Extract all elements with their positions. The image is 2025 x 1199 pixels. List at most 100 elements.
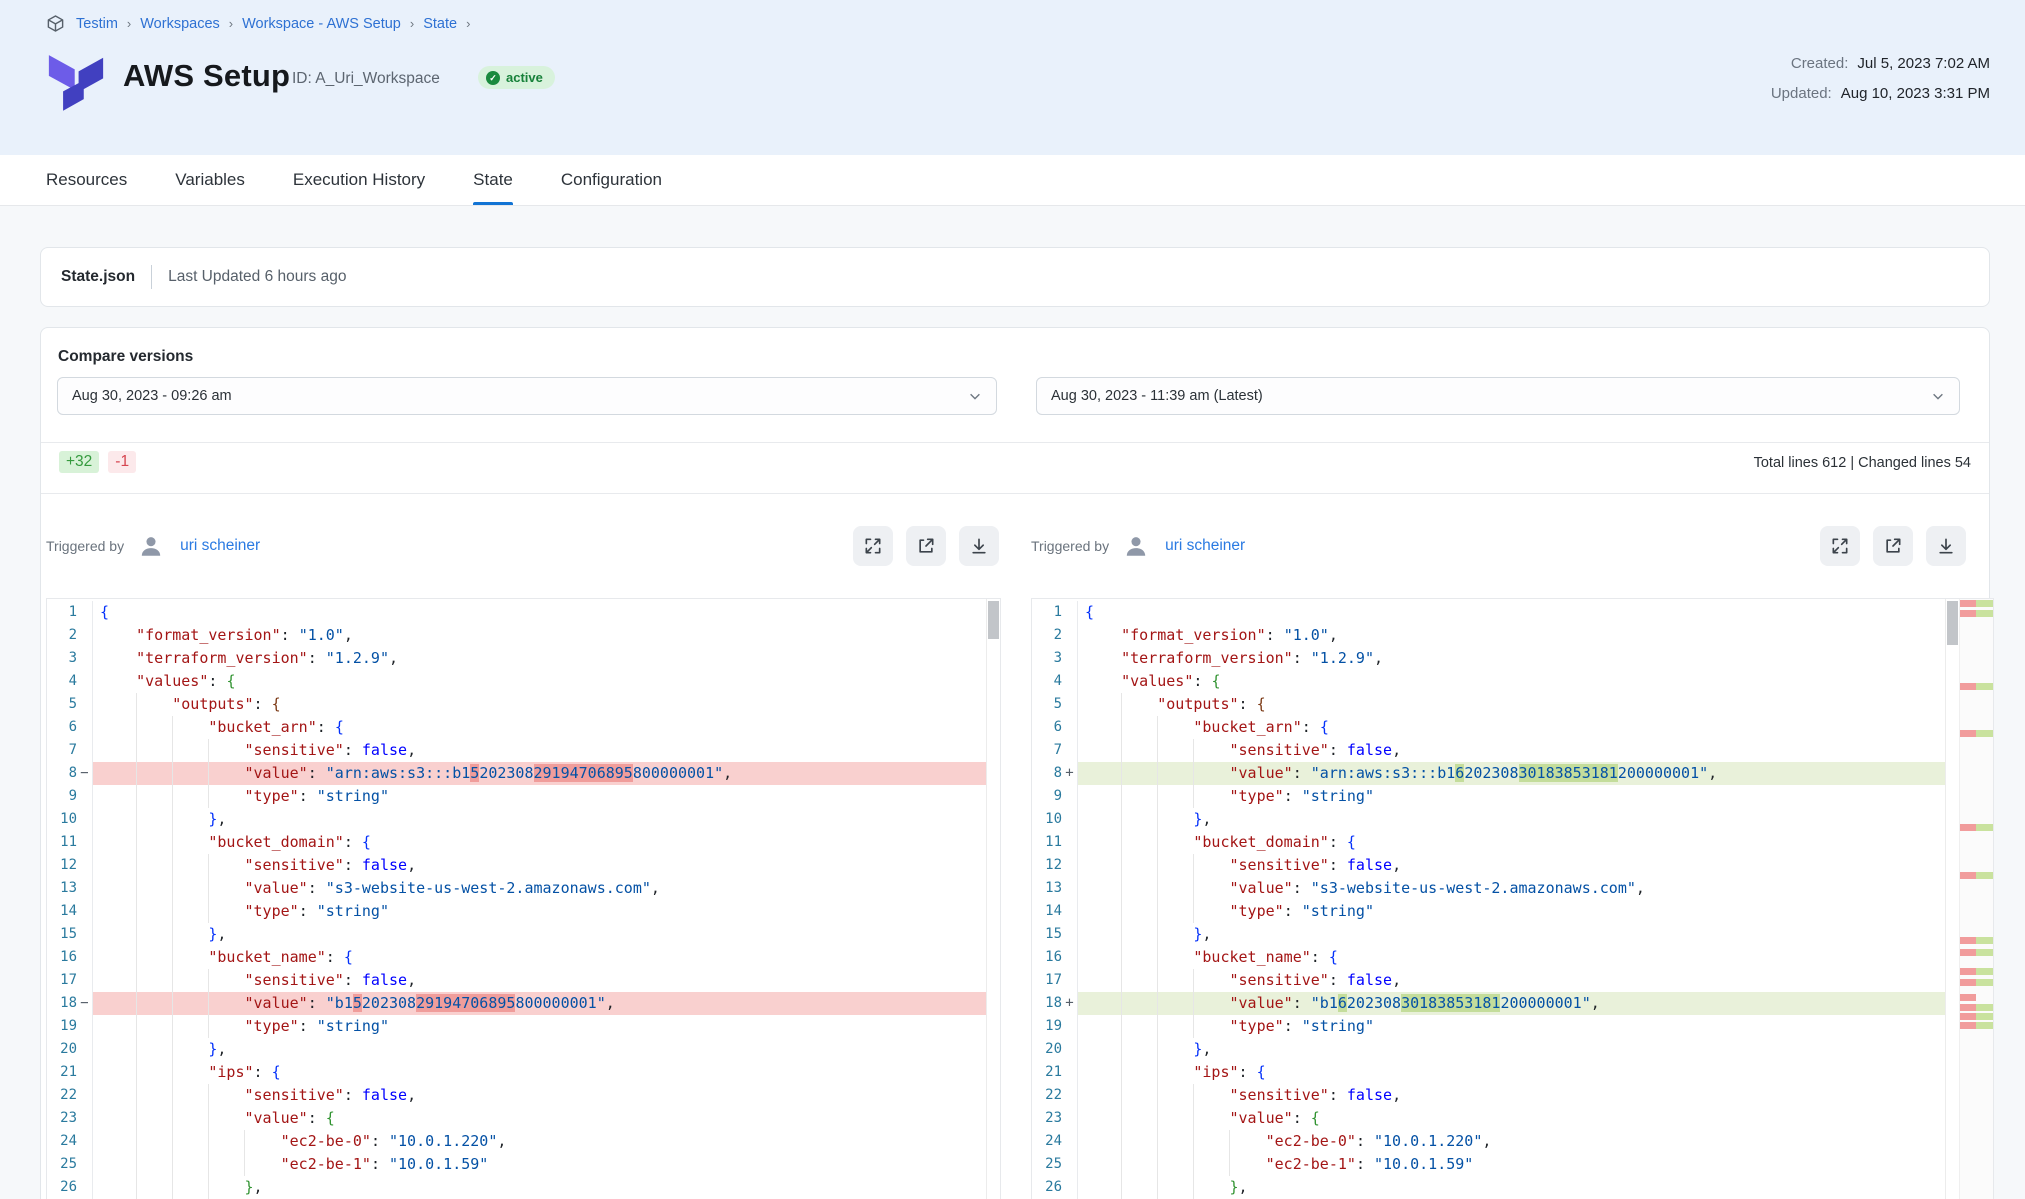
line-number: 10 (47, 808, 77, 831)
code-line: 19 "type": "string" (47, 1015, 986, 1038)
version-select-right[interactable]: Aug 30, 2023 - 11:39 am (Latest) (1036, 377, 1960, 415)
line-number: 21 (1032, 1061, 1062, 1084)
divider (41, 442, 1989, 443)
diff-marker (77, 785, 92, 808)
diff-marker (1062, 693, 1077, 716)
code-panel-old-version: 1{2 "format_version": "1.0",3 "terraform… (46, 598, 1001, 1199)
line-number: 4 (47, 670, 77, 693)
line-number: 3 (47, 647, 77, 670)
line-number: 7 (1032, 739, 1062, 762)
tab-execution-history[interactable]: Execution History (293, 155, 425, 205)
diff-marker (1062, 716, 1077, 739)
line-number: 13 (1032, 877, 1062, 900)
line-number: 23 (47, 1107, 77, 1130)
version-select-right-value: Aug 30, 2023 - 11:39 am (Latest) (1051, 388, 1263, 404)
status-badge: ✓ active (478, 66, 555, 89)
chevron-down-icon (1931, 389, 1945, 403)
tab-resources[interactable]: Resources (46, 155, 127, 205)
version-select-left[interactable]: Aug 30, 2023 - 09:26 am (57, 377, 997, 415)
code-line: 5 "outputs": { (1032, 693, 1945, 716)
download-icon (1936, 536, 1956, 556)
chevron-right-icon: › (466, 16, 470, 31)
scrollbar[interactable] (1945, 599, 1959, 1199)
diff-marker (1062, 785, 1077, 808)
diff-marker (1062, 877, 1077, 900)
code-line: 16 "bucket_name": { (1032, 946, 1945, 969)
created-value: Jul 5, 2023 7:02 AM (1857, 55, 1990, 72)
line-number: 25 (47, 1153, 77, 1176)
line-number: 13 (47, 877, 77, 900)
diff-overview-gutter[interactable] (1959, 599, 1993, 1199)
line-number: 20 (47, 1038, 77, 1061)
line-number: 9 (47, 785, 77, 808)
diff-marker (77, 739, 92, 762)
code-line: 13 "value": "s3-website-us-west-2.amazon… (1032, 877, 1945, 900)
line-number: 19 (1032, 1015, 1062, 1038)
scrollbar[interactable] (986, 599, 1000, 1199)
tab-bar: Resources Variables Execution History St… (0, 155, 2025, 206)
code-line: 10 }, (47, 808, 986, 831)
line-number: 21 (47, 1061, 77, 1084)
code-line: 11 "bucket_domain": { (1032, 831, 1945, 854)
line-number: 22 (47, 1084, 77, 1107)
tab-variables[interactable]: Variables (175, 155, 245, 205)
diff-marker (77, 1038, 92, 1061)
breadcrumb-item-testim[interactable]: Testim (76, 16, 118, 32)
workspace-id: ID: A_Uri_Workspace (292, 70, 440, 88)
diff-marker (77, 854, 92, 877)
triggered-by-user-link[interactable]: uri scheiner (180, 537, 260, 555)
code-line: 20 }, (47, 1038, 986, 1061)
expand-icon (863, 536, 883, 556)
diff-marker (1062, 831, 1077, 854)
diff-marker (77, 716, 92, 739)
triggered-by-label: Triggered by (1031, 538, 1109, 554)
download-button[interactable] (959, 526, 999, 566)
line-number: 2 (1032, 624, 1062, 647)
created-label: Created: (1791, 55, 1849, 72)
diff-marker (1062, 1176, 1077, 1199)
tab-configuration[interactable]: Configuration (561, 155, 662, 205)
code-line: 3 "terraform_version": "1.2.9", (1032, 647, 1945, 670)
download-icon (969, 536, 989, 556)
diff-marker (77, 1061, 92, 1084)
line-number: 15 (1032, 923, 1062, 946)
code-line: 4 "values": { (47, 670, 986, 693)
code-line: 5 "outputs": { (47, 693, 986, 716)
code-line: 22 "sensitive": false, (47, 1084, 986, 1107)
download-button[interactable] (1926, 526, 1966, 566)
expand-button[interactable] (853, 526, 893, 566)
diff-marker: − (77, 992, 92, 1015)
code-line: 11 "bucket_domain": { (47, 831, 986, 854)
diff-marker (77, 808, 92, 831)
breadcrumb-item-state[interactable]: State (423, 16, 457, 32)
expand-button[interactable] (1820, 526, 1860, 566)
chevron-right-icon: › (410, 16, 414, 31)
code-line: 7 "sensitive": false, (47, 739, 986, 762)
diff-marker (77, 693, 92, 716)
code-line: 26 }, (47, 1176, 986, 1199)
triggered-by-user-link[interactable]: uri scheiner (1165, 537, 1245, 555)
external-link-icon (916, 536, 936, 556)
tab-state[interactable]: State (473, 155, 513, 205)
line-number: 8 (47, 762, 77, 785)
code-line: 9 "type": "string" (47, 785, 986, 808)
user-avatar-icon (1123, 533, 1149, 559)
breadcrumb-item-workspace[interactable]: Workspace - AWS Setup (242, 16, 401, 32)
scrollbar-thumb[interactable] (988, 601, 999, 639)
code-line: 2 "format_version": "1.0", (47, 624, 986, 647)
line-number: 23 (1032, 1107, 1062, 1130)
line-number: 18 (47, 992, 77, 1015)
scrollbar-thumb[interactable] (1947, 601, 1958, 645)
diff-marker (1062, 1061, 1077, 1084)
line-number: 1 (1032, 601, 1062, 624)
line-number: 3 (1032, 647, 1062, 670)
code-line: 3 "terraform_version": "1.2.9", (47, 647, 986, 670)
diff-marker (77, 1176, 92, 1199)
open-external-button[interactable] (906, 526, 946, 566)
open-external-button[interactable] (1873, 526, 1913, 566)
breadcrumb-item-workspaces[interactable]: Workspaces (140, 16, 220, 32)
line-number: 12 (47, 854, 77, 877)
line-number: 8 (1032, 762, 1062, 785)
diff-marker: + (1062, 762, 1077, 785)
diff-marker (77, 877, 92, 900)
